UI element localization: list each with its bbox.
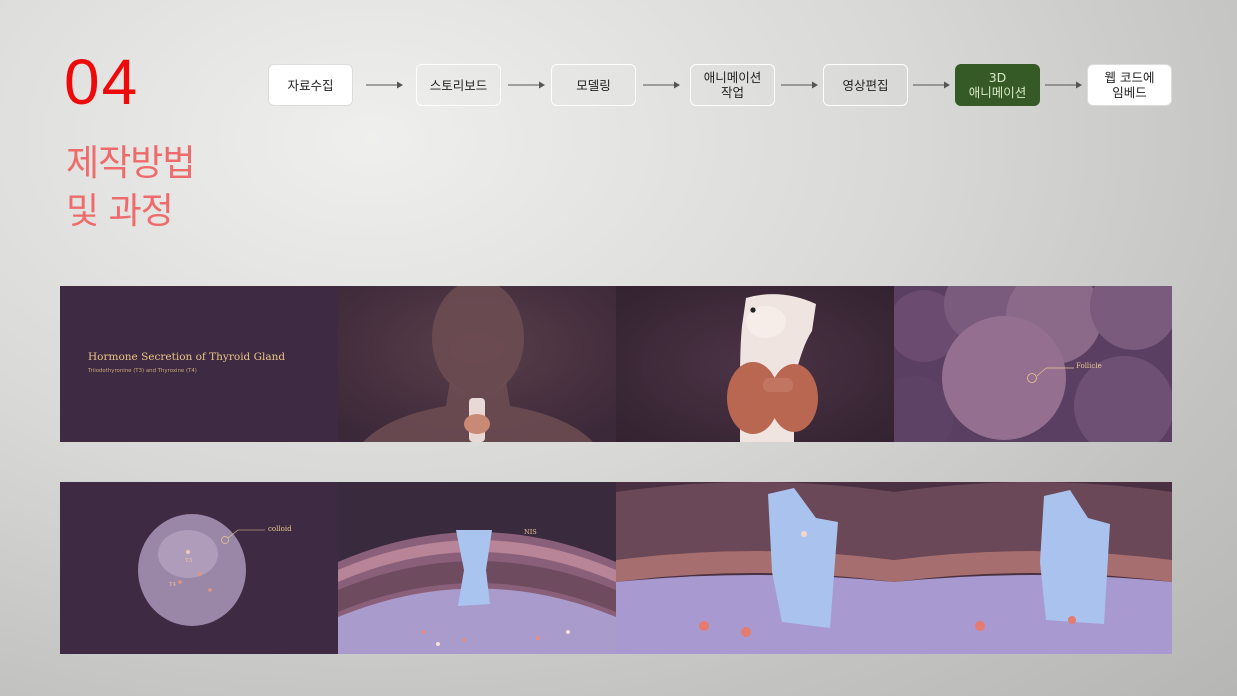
section-title-line1: 제작방법 xyxy=(66,143,195,184)
step-label: 영상편집 xyxy=(842,77,889,93)
arrow-right-icon xyxy=(643,81,680,89)
step-video-editing: 영상편집 xyxy=(823,64,908,106)
step-storyboard: 스토리보드 xyxy=(416,64,501,106)
follicle-label: Follicle xyxy=(1076,362,1102,370)
follicle-cluster-image xyxy=(894,286,1172,442)
arrow-right-icon xyxy=(366,81,403,89)
thyroid-gland-image xyxy=(616,286,894,442)
step-modeling: 모델링 xyxy=(551,64,636,106)
arrow-right-icon xyxy=(508,81,545,89)
step-3d-animation: 3D 애니메이션 xyxy=(955,64,1040,106)
membrane-channel-image xyxy=(338,482,616,654)
frame-human-silhouette xyxy=(338,286,616,442)
step-label: 애니메이션 작업 xyxy=(703,70,762,100)
colloid-label: colloid xyxy=(268,525,292,533)
channel-closeup-image xyxy=(616,482,894,654)
frame-colloid: colloid T3 T4 xyxy=(60,482,338,654)
frame-channel-closeup-1 xyxy=(616,482,894,654)
frame-membrane-channel: NIS xyxy=(338,482,616,654)
arrow-right-icon xyxy=(1045,81,1082,89)
frame-thyroid-closeup xyxy=(616,286,894,442)
step-label: 3D 애니메이션 xyxy=(968,70,1027,100)
nis-label: NIS xyxy=(524,528,537,536)
colloid-cell-image xyxy=(60,482,338,654)
frame-channel-closeup-2 xyxy=(894,482,1172,654)
step-label: 스토리보드 xyxy=(429,77,488,93)
frame-title: Hormone Secretion of Thyroid Gland xyxy=(88,351,286,363)
step-animation-work: 애니메이션 작업 xyxy=(690,64,775,106)
section-title-line2: 및 과정 xyxy=(66,191,174,232)
frame-subtitle: Triiodothyronine (T3) and Thyroxine (T4) xyxy=(88,368,197,374)
step-label: 자료수집 xyxy=(287,77,334,93)
section-number: 04 xyxy=(64,46,140,118)
step-web-embed: 웹 코드에 임베드 xyxy=(1087,64,1172,106)
frame-follicle: Follicle xyxy=(894,286,1172,442)
arrow-right-icon xyxy=(913,81,950,89)
step-data-collection: 자료수집 xyxy=(268,64,353,106)
step-label: 웹 코드에 임베드 xyxy=(1104,70,1155,100)
frame-title-card: Hormone Secretion of Thyroid Gland Triio… xyxy=(60,286,338,442)
section-title: 제작방법 및 과정 xyxy=(66,140,195,236)
human-neck-image xyxy=(338,286,616,442)
step-label: 모델링 xyxy=(576,77,611,93)
arrow-right-icon xyxy=(781,81,818,89)
t4-label: T4 xyxy=(169,582,177,588)
t3-label: T3 xyxy=(185,558,193,564)
channel-closeup-image xyxy=(894,482,1172,654)
